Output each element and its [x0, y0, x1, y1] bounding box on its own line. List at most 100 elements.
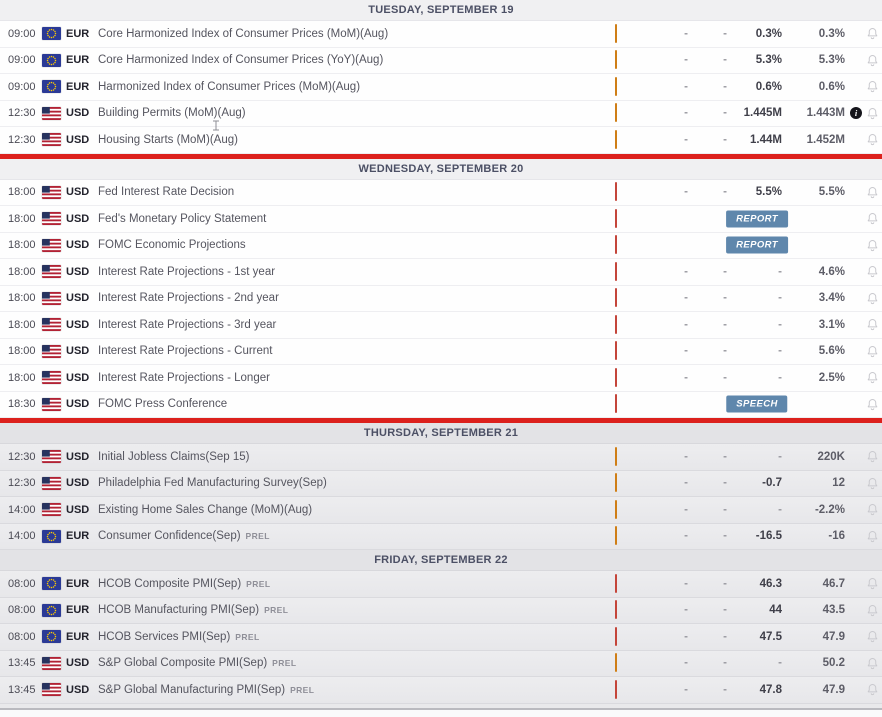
bell-icon[interactable] — [865, 317, 880, 332]
event-row[interactable]: 18:00 USD Interest Rate Projections - 3r… — [0, 312, 882, 339]
event-row[interactable]: 08:00 EUR HCOB Services PMI(Sep) PREL - … — [0, 624, 882, 651]
bell-icon[interactable] — [865, 656, 880, 671]
event-row[interactable]: 13:45 USD S&P Global Composite PMI(Sep) … — [0, 651, 882, 678]
bell-icon[interactable] — [865, 449, 880, 464]
impact-bar — [615, 77, 617, 96]
previous-value: 1.443M — [782, 107, 845, 119]
day-header-label: WEDNESDAY, SEPTEMBER 20 — [359, 163, 524, 175]
event-time: 09:00 — [8, 81, 42, 93]
bell-icon[interactable] — [865, 476, 880, 491]
bell-icon[interactable] — [865, 211, 880, 226]
eu-flag-icon — [42, 604, 66, 617]
value-col-2: - — [688, 134, 727, 146]
us-flag-icon — [42, 133, 66, 146]
currency-code: USD — [66, 398, 98, 410]
event-row[interactable]: 09:00 EUR Core Harmonized Index of Consu… — [0, 48, 882, 75]
bell-icon[interactable] — [865, 502, 880, 517]
day-header: FRIDAY, SEPTEMBER 22 — [0, 550, 882, 571]
alert-slot — [862, 132, 882, 147]
event-row[interactable]: 14:00 USD Existing Home Sales Change (Mo… — [0, 497, 882, 524]
event-row[interactable]: 18:00 USD Interest Rate Projections - 1s… — [0, 259, 882, 286]
alert-slot — [862, 106, 882, 121]
event-row[interactable]: 09:00 EUR Core Harmonized Index of Consu… — [0, 21, 882, 48]
bell-icon[interactable] — [865, 79, 880, 94]
event-row[interactable]: 18:00 USD Interest Rate Projections - Cu… — [0, 339, 882, 366]
eu-flag-icon — [42, 577, 66, 590]
us-flag-icon — [42, 683, 66, 696]
currency-code: EUR — [66, 604, 98, 616]
event-name: HCOB Services PMI(Sep) PREL — [98, 631, 593, 643]
bell-icon[interactable] — [865, 132, 880, 147]
event-row[interactable]: 09:00 EUR Harmonized Index of Consumer P… — [0, 74, 882, 101]
us-flag-icon — [42, 477, 66, 490]
value-col-2: - — [688, 604, 727, 616]
event-row[interactable]: 12:30 USD Philadelphia Fed Manufacturing… — [0, 471, 882, 498]
event-row[interactable]: 12:30 USD Building Permits (MoM)(Aug) - … — [0, 101, 882, 128]
value-col-1: - — [655, 657, 688, 669]
value-col-2: - — [688, 477, 727, 489]
bell-icon[interactable] — [865, 264, 880, 279]
previous-value: 5.6% — [782, 345, 845, 357]
event-row[interactable]: 12:30 USD Housing Starts (MoM)(Aug) - - … — [0, 127, 882, 154]
event-time: 18:00 — [8, 186, 42, 198]
impact-indicator — [593, 104, 655, 122]
info-icon[interactable]: i — [850, 107, 862, 119]
event-row[interactable]: 08:00 EUR HCOB Manufacturing PMI(Sep) PR… — [0, 598, 882, 625]
event-row[interactable]: 13:45 USD S&P Global Manufacturing PMI(S… — [0, 677, 882, 704]
event-row[interactable]: 08:00 EUR HCOB Composite PMI(Sep) PREL -… — [0, 571, 882, 598]
bell-icon[interactable] — [865, 529, 880, 544]
value-col-2: - — [688, 266, 727, 278]
event-prel-tag: PREL — [290, 685, 314, 695]
bell-icon[interactable] — [865, 397, 880, 412]
info-slot: i — [845, 107, 862, 119]
bell-icon[interactable] — [865, 291, 880, 306]
bell-icon[interactable] — [865, 603, 880, 618]
value-col-1: - — [655, 134, 688, 146]
event-name: Building Permits (MoM)(Aug) — [98, 107, 593, 119]
bell-icon[interactable] — [865, 185, 880, 200]
event-row[interactable]: 14:00 EUR Consumer Confidence(Sep) PREL … — [0, 524, 882, 551]
bell-icon[interactable] — [865, 344, 880, 359]
alert-slot — [862, 397, 882, 412]
bell-icon[interactable] — [865, 26, 880, 41]
bell-icon[interactable] — [865, 53, 880, 68]
impact-bar — [615, 315, 617, 334]
value-col-2: - — [688, 28, 727, 40]
us-flag-icon — [42, 371, 66, 384]
impact-bar — [615, 447, 617, 466]
bell-icon[interactable] — [865, 629, 880, 644]
consensus-value: - — [727, 292, 782, 304]
event-time: 12:30 — [8, 451, 42, 463]
event-row[interactable]: 18:00 USD Fed Interest Rate Decision - -… — [0, 180, 882, 207]
event-row[interactable]: 18:30 USD FOMC Press Conference i SPEECH — [0, 392, 882, 419]
event-row[interactable]: 18:00 USD Fed's Monetary Policy Statemen… — [0, 206, 882, 233]
bell-icon[interactable] — [865, 370, 880, 385]
value-col-1: - — [655, 530, 688, 542]
event-row[interactable]: 18:00 USD Interest Rate Projections - 2n… — [0, 286, 882, 313]
currency-code: USD — [66, 504, 98, 516]
event-row[interactable]: 12:30 USD Initial Jobless Claims(Sep 15)… — [0, 444, 882, 471]
bell-icon[interactable] — [865, 238, 880, 253]
event-badge[interactable]: SPEECH — [726, 396, 787, 413]
event-badge[interactable]: REPORT — [726, 237, 788, 254]
eu-flag-icon — [42, 630, 66, 643]
event-time: 18:00 — [8, 292, 42, 304]
value-col-2: - — [688, 81, 727, 93]
us-flag-icon — [42, 398, 66, 411]
bell-icon[interactable] — [865, 106, 880, 121]
impact-indicator — [593, 474, 655, 492]
value-col-2: - — [688, 631, 727, 643]
event-name-text: HCOB Manufacturing PMI(Sep) — [98, 604, 259, 616]
impact-indicator — [593, 183, 655, 201]
event-badge[interactable]: REPORT — [726, 210, 788, 227]
impact-bar — [615, 600, 617, 619]
event-row[interactable]: 18:00 USD Interest Rate Projections - Lo… — [0, 365, 882, 392]
bell-icon[interactable] — [865, 576, 880, 591]
previous-value: 3.4% — [782, 292, 845, 304]
bell-icon[interactable] — [865, 682, 880, 697]
currency-code: EUR — [66, 578, 98, 590]
value-col-1: - — [655, 28, 688, 40]
day-section-body: 08:00 EUR HCOB Composite PMI(Sep) PREL -… — [0, 571, 882, 704]
value-col-1: - — [655, 186, 688, 198]
event-row[interactable]: 18:00 USD FOMC Economic Projections i RE… — [0, 233, 882, 260]
